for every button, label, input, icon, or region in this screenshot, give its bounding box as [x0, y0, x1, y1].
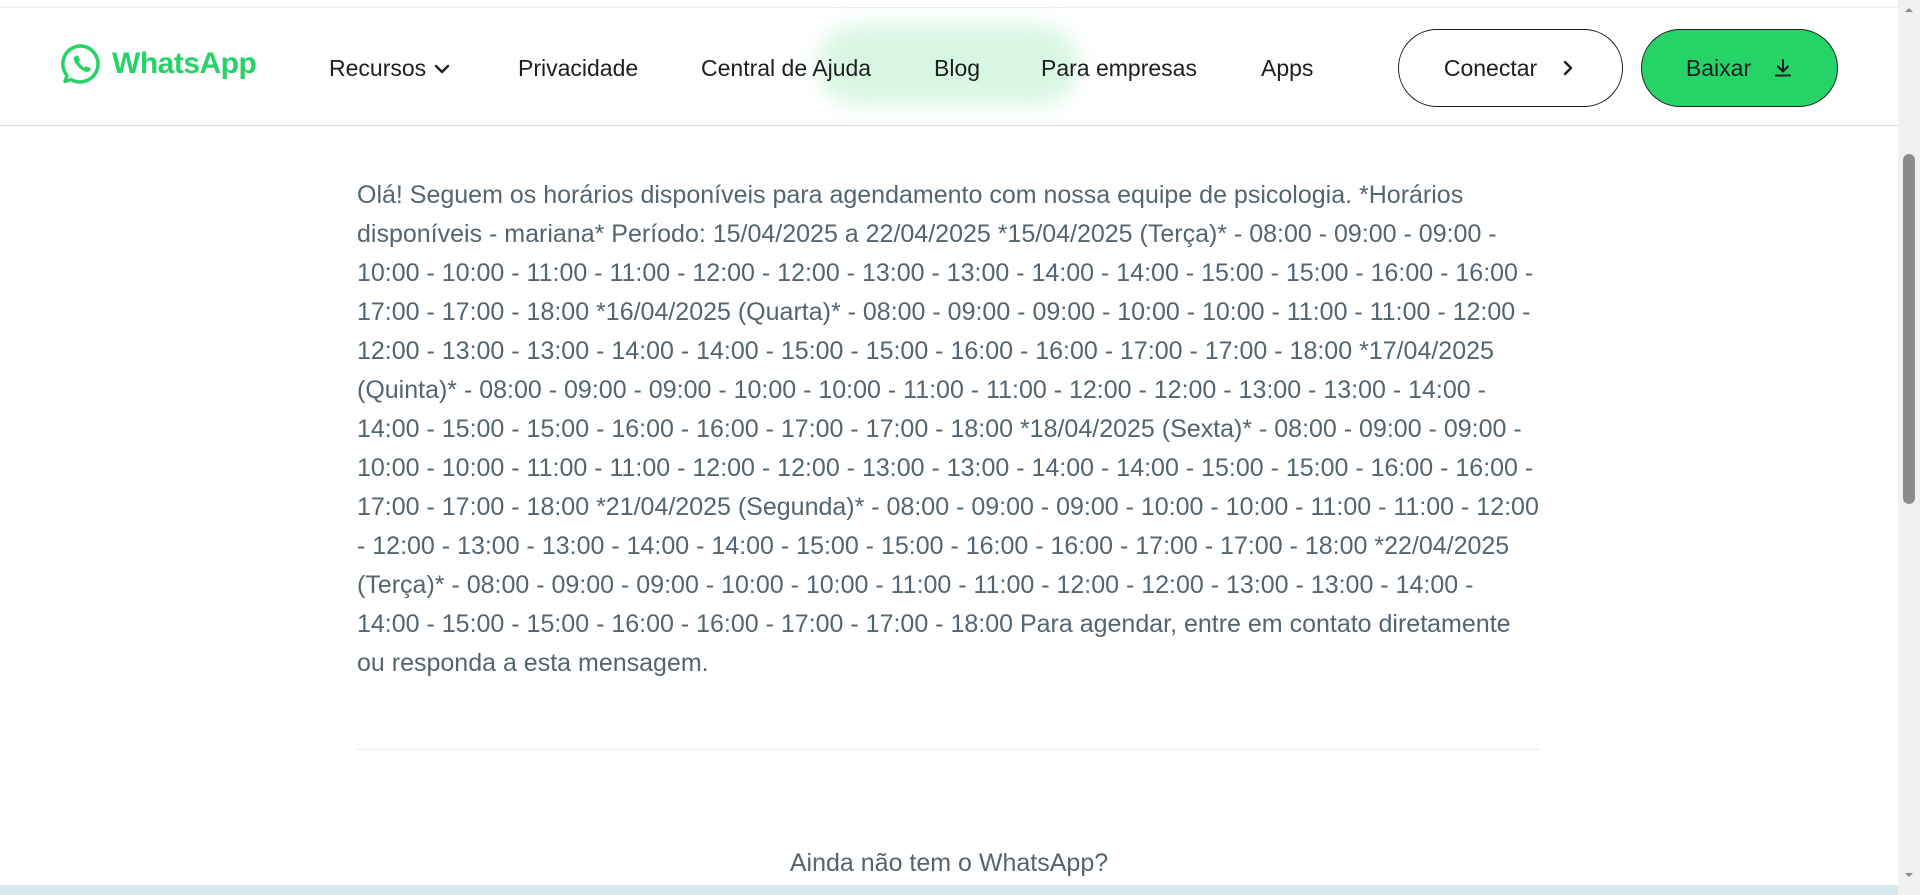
whatsapp-logo-link[interactable]: WhatsApp — [60, 42, 257, 86]
scroll-down-arrow-icon[interactable] — [1903, 869, 1915, 881]
bottom-banner-edge — [0, 885, 1898, 895]
nav-item-apps[interactable]: Apps — [1261, 55, 1313, 82]
nav-item-blog[interactable]: Blog — [934, 55, 980, 82]
download-prompt-text: Ainda não tem o WhatsApp? — [789, 849, 1109, 877]
download-button[interactable]: Baixar — [1641, 29, 1838, 107]
download-icon — [1775, 59, 1792, 77]
scrollbar-thumb[interactable] — [1903, 154, 1915, 504]
nav-item-label: Para empresas — [1041, 55, 1197, 81]
message-text: Olá! Seguem os horários disponíveis para… — [357, 181, 1539, 677]
nav-item-recursos[interactable]: Recursos — [329, 55, 452, 82]
chevron-down-icon — [434, 64, 450, 73]
nav-item-central-de-ajuda[interactable]: Central de Ajuda — [701, 55, 871, 82]
connect-button-label: Conectar — [1443, 54, 1538, 81]
nav-item-label: Blog — [934, 55, 981, 81]
nav-item-para-empresas[interactable]: Para empresas — [1041, 55, 1197, 82]
nav-item-privacidade[interactable]: Privacidade — [518, 55, 638, 82]
nav-item-label: Apps — [1261, 55, 1314, 81]
chevron-right-icon — [1563, 60, 1573, 76]
brand-name: WhatsApp — [112, 47, 257, 80]
browser-top-edge — [0, 0, 1898, 8]
whatsapp-logo-icon — [61, 44, 100, 84]
nav-item-label: Central de Ajuda — [701, 55, 872, 81]
nav-item-label: Recursos — [329, 55, 427, 81]
connect-button[interactable]: Conectar — [1398, 29, 1623, 107]
nav-item-label: Privacidade — [518, 55, 639, 81]
page-scrollbar[interactable] — [1898, 0, 1920, 895]
site-header: WhatsApp Recursos Privacidade Central de… — [0, 8, 1898, 126]
download-button-label: Baixar — [1685, 54, 1752, 81]
scroll-up-arrow-icon[interactable] — [1903, 4, 1915, 16]
content-divider — [357, 749, 1540, 750]
